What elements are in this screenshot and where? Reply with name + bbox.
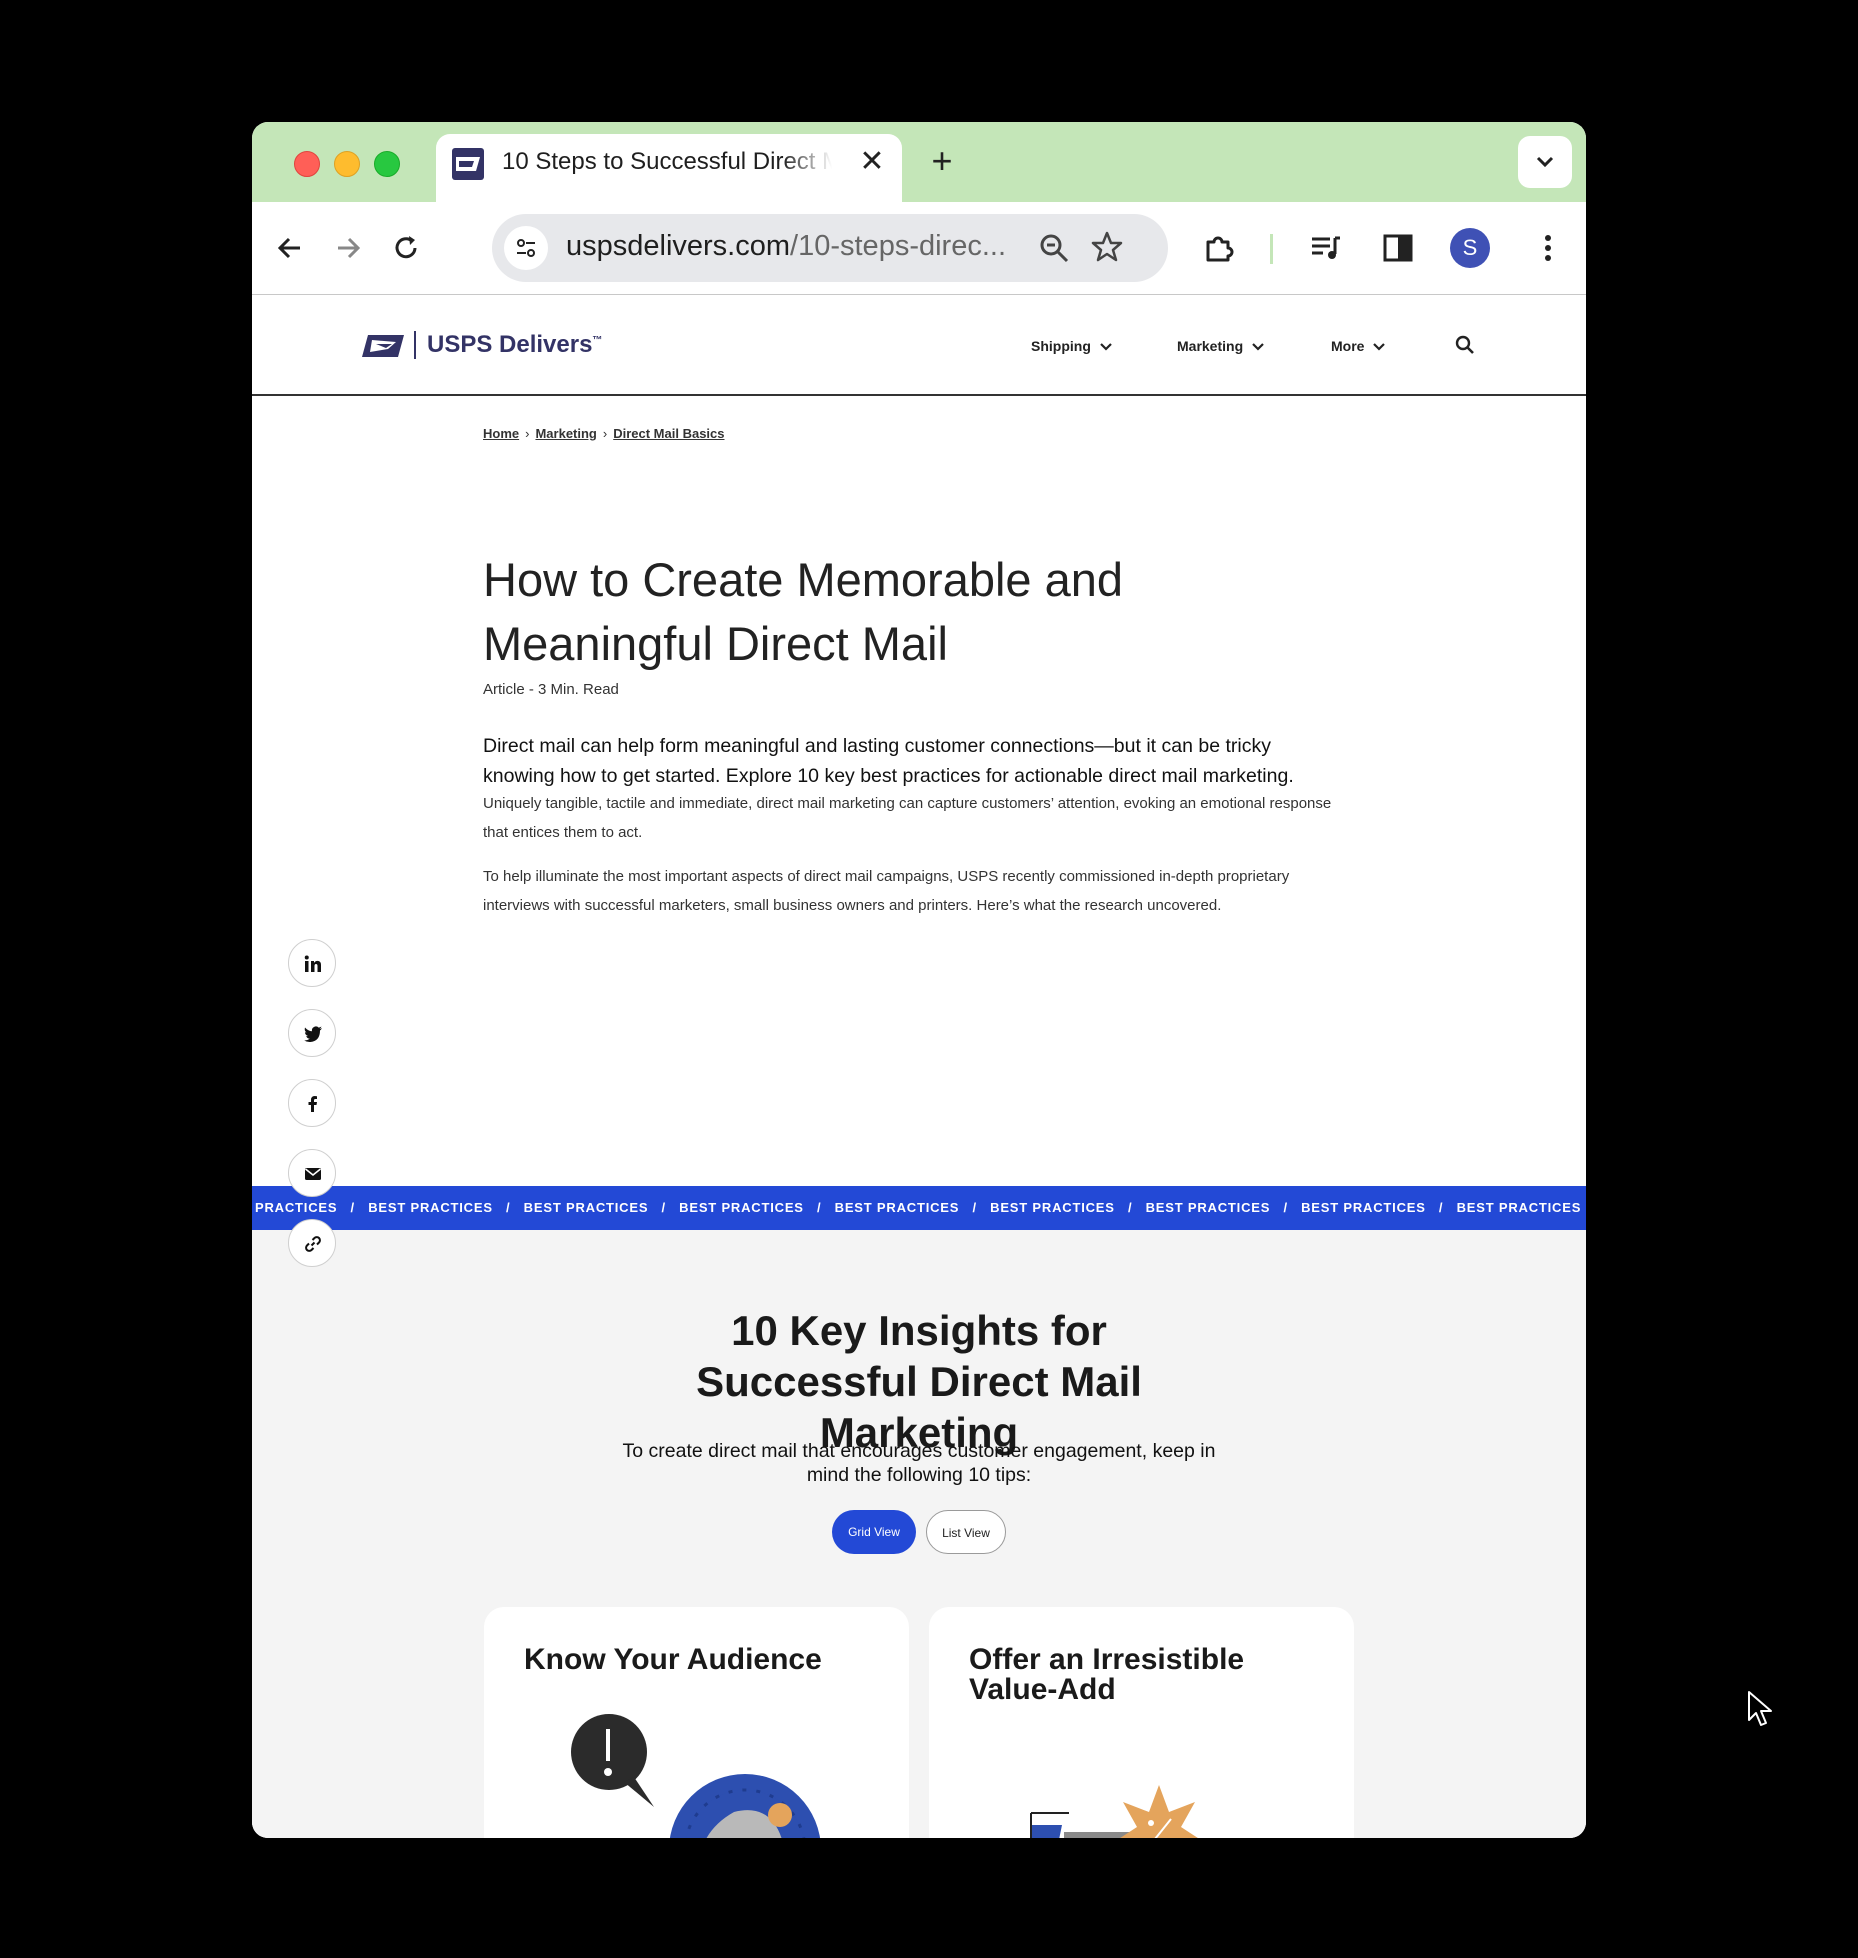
breadcrumb-separator: › xyxy=(602,426,608,441)
tab-title: 10 Steps to Successful Direct Mail Marke… xyxy=(502,148,832,175)
breadcrumb-home[interactable]: Home xyxy=(483,426,519,441)
address-bar[interactable]: uspsdelivers.com/10-steps-direc... xyxy=(492,214,1168,282)
chevron-down-icon xyxy=(1373,343,1386,351)
link-icon xyxy=(305,1236,321,1252)
forward-arrow-icon[interactable] xyxy=(330,230,366,266)
active-tab[interactable]: 10 Steps to Successful Direct Mail Marke… xyxy=(436,134,902,202)
insights-title: 10 Key Insights for Successful Direct Ma… xyxy=(696,1307,1142,1456)
article-paragraph: Uniquely tangible, tactile and immediate… xyxy=(483,795,1332,841)
breadcrumb: Home › Marketing › Direct Mail Basics xyxy=(483,426,725,441)
browser-toolbar: uspsdelivers.com/10-steps-direc... S xyxy=(252,202,1586,295)
tab-strip: 10 Steps to Successful Direct Mail Marke… xyxy=(252,122,1586,202)
back-arrow-icon[interactable] xyxy=(272,230,308,266)
insight-card[interactable]: Know Your Audience xyxy=(484,1607,909,1838)
nav-marketing-label: Marketing xyxy=(1177,338,1244,354)
list-view-button[interactable]: List View xyxy=(926,1510,1006,1554)
profile-avatar[interactable]: S xyxy=(1450,228,1490,268)
close-window-button[interactable] xyxy=(294,151,320,177)
usps-eagle-logo-icon[interactable] xyxy=(362,331,406,361)
copy-link-button[interactable] xyxy=(288,1219,336,1267)
bookmark-star-icon[interactable] xyxy=(1090,230,1124,264)
toolbar-divider xyxy=(1270,234,1273,264)
extensions-puzzle-icon[interactable] xyxy=(1202,230,1238,266)
url-text[interactable]: uspsdelivers.com/10-steps-direc... xyxy=(566,230,1006,263)
breadcrumb-separator: › xyxy=(525,426,530,441)
value-add-illustration-icon xyxy=(1030,1785,1198,1838)
tune-icon xyxy=(517,239,535,257)
grid-view-button[interactable]: Grid View xyxy=(832,1510,916,1554)
share-facebook-button[interactable] xyxy=(288,1079,336,1127)
chevron-down-icon xyxy=(1536,156,1554,168)
nav-shipping-label: Shipping xyxy=(1031,338,1091,354)
share-linkedin-button[interactable] xyxy=(288,939,336,987)
article-lede: Direct mail can help form meaningful and… xyxy=(483,735,1294,787)
logo-name: USPS Delivers xyxy=(427,331,593,358)
twitter-bird-icon xyxy=(304,1026,322,1043)
insights-subtitle: To create direct mail that encourages cu… xyxy=(622,1440,1216,1486)
breadcrumb-marketing[interactable]: Marketing xyxy=(535,426,596,441)
nav-more-label: More xyxy=(1331,338,1365,354)
logo-divider xyxy=(414,331,416,359)
zoom-icon[interactable] xyxy=(1038,232,1070,264)
web-page: USPS Delivers™ Shipping Marketing More H… xyxy=(252,295,1586,1838)
article-title: How to Create Memorable and Meaningful D… xyxy=(483,553,1124,671)
article-paragraph: To help illuminate the most important as… xyxy=(483,868,1290,914)
nav-shipping[interactable]: Shipping xyxy=(1031,338,1113,354)
nav-more[interactable]: More xyxy=(1331,338,1386,354)
side-panel-icon[interactable] xyxy=(1380,230,1416,266)
url-host: uspsdelivers.com xyxy=(566,230,791,262)
share-twitter-button[interactable] xyxy=(288,1009,336,1057)
tab-search-button[interactable] xyxy=(1518,136,1572,188)
reload-icon[interactable] xyxy=(388,230,424,266)
ticker-banner: PRACTICES / BEST PRACTICES / BEST PRACTI… xyxy=(252,1186,1586,1230)
chevron-down-icon xyxy=(1100,343,1112,351)
breadcrumb-direct-mail-basics[interactable]: Direct Mail Basics xyxy=(613,426,724,441)
new-tab-button[interactable]: + xyxy=(924,143,960,180)
chevron-down-icon xyxy=(1252,343,1264,351)
article-meta: Article - 3 Min. Read xyxy=(483,681,619,698)
linkedin-icon xyxy=(304,955,321,972)
site-header: USPS Delivers™ Shipping Marketing More xyxy=(252,295,1586,396)
kebab-menu-icon[interactable] xyxy=(1530,230,1566,266)
share-email-button[interactable] xyxy=(288,1149,336,1197)
browser-window: 10 Steps to Successful Direct Mail Marke… xyxy=(252,122,1586,1838)
ticker-text: PRACTICES / BEST PRACTICES / BEST PRACTI… xyxy=(255,1200,1586,1215)
search-icon[interactable] xyxy=(1455,335,1475,355)
insight-card[interactable]: Offer an Irresistible Value-Add xyxy=(929,1607,1354,1838)
nav-marketing[interactable]: Marketing xyxy=(1177,338,1265,354)
media-queue-icon[interactable] xyxy=(1308,230,1344,266)
mouse-pointer-icon xyxy=(1748,1691,1772,1726)
url-path: /10-steps-direc... xyxy=(790,230,1007,262)
audience-illustration-icon xyxy=(571,1714,821,1838)
site-logo-text[interactable]: USPS Delivers™ xyxy=(427,331,602,359)
site-info-button[interactable] xyxy=(504,226,548,270)
maximize-window-button[interactable] xyxy=(374,151,400,177)
logo-trademark: ™ xyxy=(592,335,603,346)
usps-favicon-icon xyxy=(452,148,484,180)
facebook-icon xyxy=(308,1096,317,1112)
tab-close-icon[interactable]: ✕ xyxy=(856,146,888,178)
envelope-icon xyxy=(305,1168,321,1180)
minimize-window-button[interactable] xyxy=(334,151,360,177)
